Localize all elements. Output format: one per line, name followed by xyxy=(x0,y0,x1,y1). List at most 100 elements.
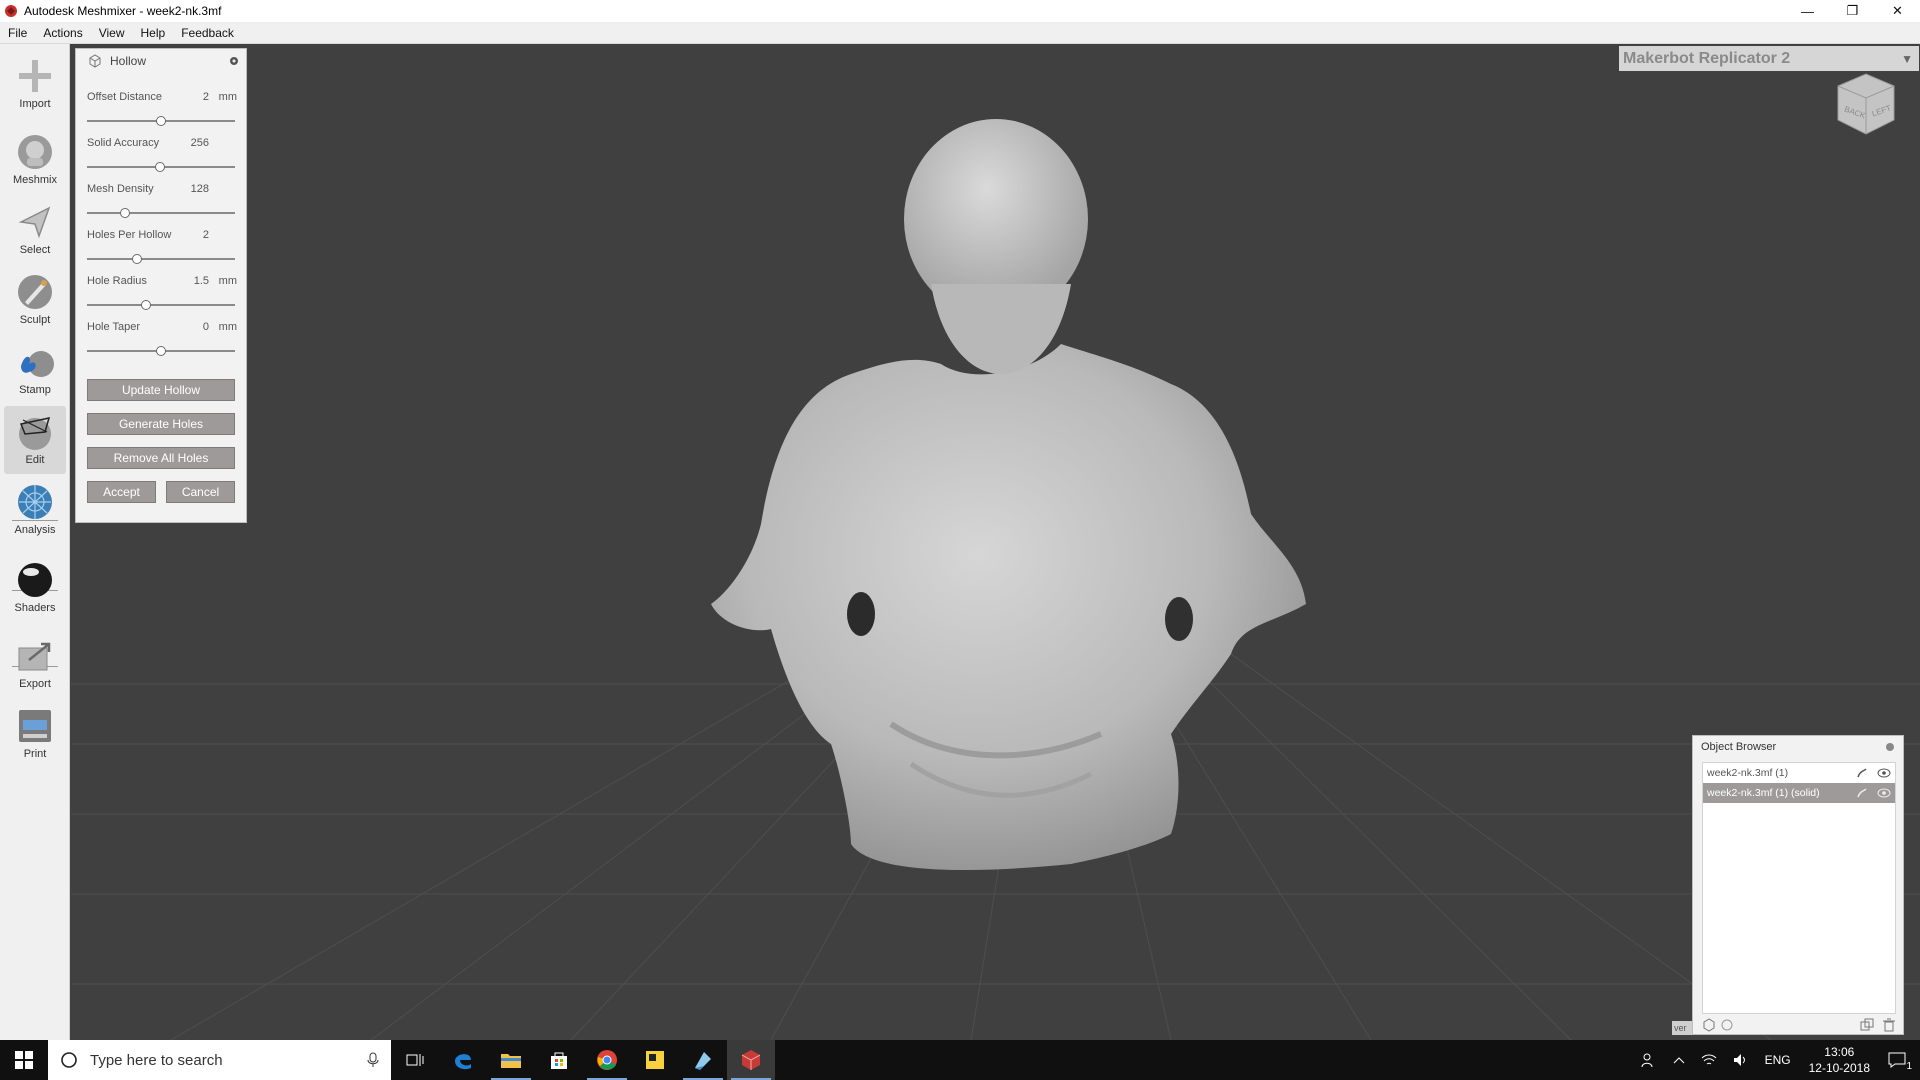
taskbar-app-edge[interactable] xyxy=(439,1040,487,1080)
update-hollow-button[interactable]: Update Hollow xyxy=(87,379,235,401)
edit-sphere-icon xyxy=(19,417,51,450)
param-value[interactable]: 0 xyxy=(203,321,209,333)
taskbar-app-store[interactable] xyxy=(535,1040,583,1080)
param-value[interactable]: 1.5 xyxy=(194,275,209,287)
trash-icon[interactable] xyxy=(1882,1018,1896,1032)
menu-bar: File Actions View Help Feedback xyxy=(0,22,1920,44)
analysis-sphere-icon xyxy=(18,485,52,519)
offset-distance-slider[interactable] xyxy=(87,116,235,126)
view-cube[interactable]: BACK LEFT xyxy=(1828,68,1904,140)
hollow-panel: Hollow Offset Distance 2 mm Solid Accura… xyxy=(75,48,247,523)
param-label: Hole Taper xyxy=(87,321,140,333)
slider-knob[interactable] xyxy=(154,162,165,172)
language-indicator[interactable]: ENG xyxy=(1765,1053,1791,1067)
window-title: Autodesk Meshmixer - week2-nk.3mf xyxy=(24,4,222,18)
mesh-model[interactable] xyxy=(711,119,1306,870)
search-placeholder: Type here to search xyxy=(90,1051,223,1069)
object-browser-footer xyxy=(1702,1016,1896,1034)
solid-accuracy-slider[interactable] xyxy=(87,162,235,172)
param-value[interactable]: 128 xyxy=(191,183,209,195)
tool-meshmix[interactable]: Meshmix xyxy=(4,126,66,194)
tool-label: Import xyxy=(19,98,51,110)
object-row[interactable]: week2-nk.3mf (1) xyxy=(1703,763,1895,783)
close-icon[interactable] xyxy=(1885,742,1895,752)
mesh-density-slider[interactable] xyxy=(87,208,235,218)
hole-left xyxy=(847,592,875,636)
holes-per-hollow-slider[interactable] xyxy=(87,254,235,264)
taskbar-app-chrome[interactable] xyxy=(583,1040,631,1080)
tool-print[interactable]: Print xyxy=(4,700,66,768)
menu-actions[interactable]: Actions xyxy=(35,26,90,40)
windows-logo-icon xyxy=(15,1051,33,1069)
tool-label: Stamp xyxy=(19,384,51,396)
param-value[interactable]: 256 xyxy=(191,137,209,149)
tool-shaders[interactable]: Shaders xyxy=(4,554,66,622)
meshmixer-logo-icon xyxy=(741,1050,761,1070)
slider-knob[interactable] xyxy=(120,208,131,218)
accept-button[interactable]: Accept xyxy=(87,481,156,503)
tool-stamp[interactable]: Stamp xyxy=(4,336,66,404)
object-row-selected[interactable]: week2-nk.3mf (1) (solid) xyxy=(1703,783,1895,803)
taskbar-app-paint[interactable] xyxy=(679,1040,727,1080)
hole-radius-slider[interactable] xyxy=(87,300,235,310)
remove-all-holes-button[interactable]: Remove All Holes xyxy=(87,447,235,469)
tool-analysis[interactable]: Analysis xyxy=(4,476,66,544)
tool-sculpt[interactable]: Sculpt xyxy=(4,266,66,334)
taskbar-app-sticky-notes[interactable] xyxy=(631,1040,679,1080)
start-button[interactable] xyxy=(0,1040,48,1080)
taskbar-app-file-explorer[interactable] xyxy=(487,1040,535,1080)
tool-export[interactable]: Export xyxy=(4,630,66,698)
refresh-icon[interactable] xyxy=(1720,1018,1734,1032)
menu-feedback[interactable]: Feedback xyxy=(173,26,242,40)
tool-label: Export xyxy=(19,678,51,690)
eye-icon[interactable] xyxy=(1873,788,1895,798)
close-button[interactable]: ✕ xyxy=(1875,0,1920,22)
duplicate-icon[interactable] xyxy=(1860,1018,1874,1032)
wifi-icon[interactable] xyxy=(1701,1053,1717,1067)
microphone-icon[interactable] xyxy=(367,1052,379,1068)
menu-file[interactable]: File xyxy=(0,26,35,40)
menu-help[interactable]: Help xyxy=(133,26,174,40)
volume-icon[interactable] xyxy=(1733,1053,1749,1067)
param-value[interactable]: 2 xyxy=(203,229,209,241)
taskbar-app-meshmixer[interactable] xyxy=(727,1040,775,1080)
slider-knob[interactable] xyxy=(132,254,143,264)
viewport-canvas[interactable] xyxy=(71,44,1920,1040)
param-label: Offset Distance xyxy=(87,91,162,103)
chevron-down-icon[interactable]: ▼ xyxy=(1901,52,1913,66)
eye-icon[interactable] xyxy=(1873,768,1895,778)
tool-select[interactable]: Select xyxy=(4,196,66,264)
tool-import[interactable]: Import xyxy=(4,50,66,118)
slider-knob[interactable] xyxy=(156,116,166,126)
3d-viewport[interactable] xyxy=(71,44,1920,1040)
hole-taper-slider[interactable] xyxy=(87,346,235,356)
param-value[interactable]: 2 xyxy=(203,91,209,103)
notifications-icon[interactable]: 1 xyxy=(1888,1052,1912,1072)
restore-button[interactable]: ❐ xyxy=(1830,0,1875,22)
printer-name: Makerbot Replicator 2 xyxy=(1623,49,1791,67)
slider-knob[interactable] xyxy=(156,346,166,356)
meshmixer-logo-icon xyxy=(5,5,17,17)
slider-knob[interactable] xyxy=(141,300,152,310)
object-browser-header: Object Browser xyxy=(1693,736,1903,758)
tool-edit[interactable]: Edit xyxy=(4,406,66,474)
gear-icon[interactable] xyxy=(228,55,240,67)
generate-holes-button[interactable]: Generate Holes xyxy=(87,413,235,435)
minimize-button[interactable]: — xyxy=(1785,0,1830,22)
version-label: ver xyxy=(1672,1021,1692,1035)
task-view-button[interactable] xyxy=(391,1040,439,1080)
taskbar-clock[interactable]: 13:06 12-10-2018 xyxy=(1809,1044,1870,1076)
folder-icon xyxy=(501,1054,521,1068)
add-object-icon[interactable] xyxy=(1702,1018,1716,1032)
lock-toggle-icon[interactable] xyxy=(1851,767,1873,779)
brush-icon xyxy=(18,275,52,309)
sticky-notes-icon xyxy=(646,1051,664,1069)
people-icon[interactable] xyxy=(1641,1052,1657,1068)
lock-toggle-icon[interactable] xyxy=(1851,787,1873,799)
tool-label: Meshmix xyxy=(12,174,57,186)
chevron-up-icon[interactable] xyxy=(1673,1056,1685,1064)
menu-view[interactable]: View xyxy=(91,26,133,40)
cancel-button[interactable]: Cancel xyxy=(166,481,235,503)
taskbar-search-box[interactable]: Type here to search xyxy=(48,1040,391,1080)
param-unit: mm xyxy=(218,275,237,287)
